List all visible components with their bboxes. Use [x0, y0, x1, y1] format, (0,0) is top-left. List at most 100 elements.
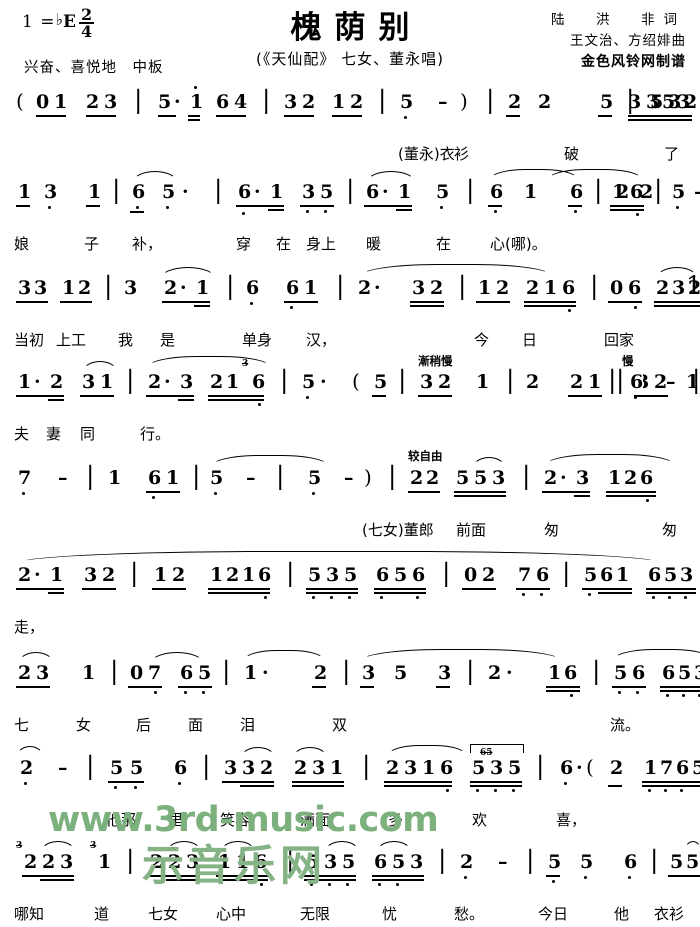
barline: | — [594, 175, 603, 204]
note-token: 6 — [286, 277, 300, 299]
beam — [646, 588, 696, 590]
beam — [374, 588, 426, 590]
octave-dot-low — [380, 596, 383, 599]
octave-dot-low — [242, 212, 245, 215]
octave-dot-low — [22, 492, 25, 495]
note-token: 2 — [410, 467, 424, 489]
note-token: 1 — [270, 181, 284, 203]
octave-dot-low — [664, 789, 667, 792]
barline: | — [112, 175, 121, 204]
note-token: 3 — [312, 757, 326, 779]
beam — [608, 301, 642, 303]
octave-dot-low — [570, 694, 573, 697]
barline: | — [336, 271, 345, 300]
note-token: 6 — [490, 181, 504, 203]
note-token: 2 — [314, 662, 328, 684]
lyric-line-9: 哪知 道 七女 心中 无限 忧 愁。 今日 他 衣衫 — [14, 904, 686, 927]
note-token: 2 — [460, 851, 474, 873]
note-token: 2 — [526, 371, 540, 393]
beam — [660, 686, 700, 688]
beam — [22, 875, 74, 877]
note-token: 5 — [130, 757, 144, 779]
beam — [542, 491, 590, 493]
octave-dot-low — [588, 593, 591, 596]
tie-bracket — [470, 744, 524, 753]
beam — [292, 785, 344, 787]
beam — [598, 592, 632, 594]
beam — [660, 690, 700, 692]
augmentation-dot: · — [164, 371, 171, 393]
note-token: 5 — [686, 851, 700, 873]
octave-dot-low — [330, 596, 333, 599]
staff-line-8: 2 – | 5 5 6 | 3 3 2 2 3 1 | 2 3 1 6 65 5… — [14, 744, 700, 810]
octave-dot-low — [574, 210, 577, 213]
note-token: 5 — [664, 564, 678, 586]
note-token: 5 — [320, 181, 334, 203]
octave-dot-low — [584, 876, 587, 879]
augmentation-dot: · — [34, 564, 41, 586]
beam — [80, 395, 114, 397]
beam — [612, 686, 646, 688]
octave-dot-low — [184, 691, 187, 694]
note-token: 3 — [438, 662, 452, 684]
beam — [516, 588, 550, 590]
note-token: 6 — [174, 757, 188, 779]
note-token: 5 — [392, 851, 406, 873]
note-sustain: – — [58, 757, 68, 779]
beam — [608, 785, 622, 787]
lyric-token: 了 — [664, 145, 680, 163]
note-token: 5 — [342, 851, 356, 873]
note-token: 2 — [24, 851, 38, 873]
note-token: 1 — [422, 757, 436, 779]
note-token: 1 — [196, 277, 210, 299]
lyric-token: 泪 — [240, 716, 256, 734]
note-token: 1 — [686, 371, 700, 393]
note-token: 3 — [124, 277, 138, 299]
note-token: 1 — [588, 371, 602, 393]
lyric-line-5: (七女)董郎 前面 匆 匆 — [14, 520, 686, 548]
barline: | — [378, 85, 387, 114]
lyric-token: (七女)董郎 — [362, 521, 434, 539]
note-token: 1 — [210, 564, 224, 586]
barline: | — [110, 656, 119, 685]
note-token: 3 — [36, 662, 50, 684]
octave-dot-low — [348, 596, 351, 599]
note-token: 0 — [464, 564, 478, 586]
note-token: 3 — [302, 181, 316, 203]
barline: | — [280, 365, 289, 394]
beam — [524, 301, 576, 303]
lyric-token: 我 — [118, 331, 134, 349]
beam — [436, 686, 450, 688]
beam — [568, 395, 602, 397]
staff-line-1: ( 0 1 2 3 | 5 · 1 6 4 | 3 2 1 2 | 5 –) … — [14, 85, 690, 144]
augmentation-dot: · — [576, 757, 583, 779]
octave-dot-low — [258, 403, 261, 406]
note-token: 2 — [656, 277, 670, 299]
note-token: 2 — [426, 467, 440, 489]
beam — [546, 875, 560, 877]
note-token: 0 — [610, 277, 624, 299]
lyric-token: 心(哪)。 — [490, 235, 547, 253]
note-token: 3 — [224, 757, 238, 779]
beam — [304, 875, 356, 877]
note-token: 5 — [508, 757, 522, 779]
note-token: 3 — [694, 663, 700, 683]
note-token: 5 — [158, 91, 172, 113]
note-token: 2 — [624, 467, 638, 489]
note-token: 3 — [284, 91, 298, 113]
note-sustain: – — [246, 467, 256, 489]
note-token: 5 — [198, 662, 212, 684]
note-token: 6 — [238, 181, 252, 203]
beam — [48, 399, 64, 401]
lyric-token: 在 — [276, 235, 292, 253]
note-token: 2 — [640, 181, 654, 203]
beam — [16, 686, 50, 688]
lyric-token: 今日 — [538, 905, 569, 923]
note-token: 1 — [242, 564, 256, 586]
lyric-token: (董永)衣 — [398, 145, 455, 163]
note-token: 1 — [166, 467, 180, 489]
lyric-token: 喜， — [556, 811, 587, 829]
octave-dot-low — [114, 786, 117, 789]
note-token: 6 — [216, 91, 230, 113]
lyric-token: 面 — [188, 716, 204, 734]
